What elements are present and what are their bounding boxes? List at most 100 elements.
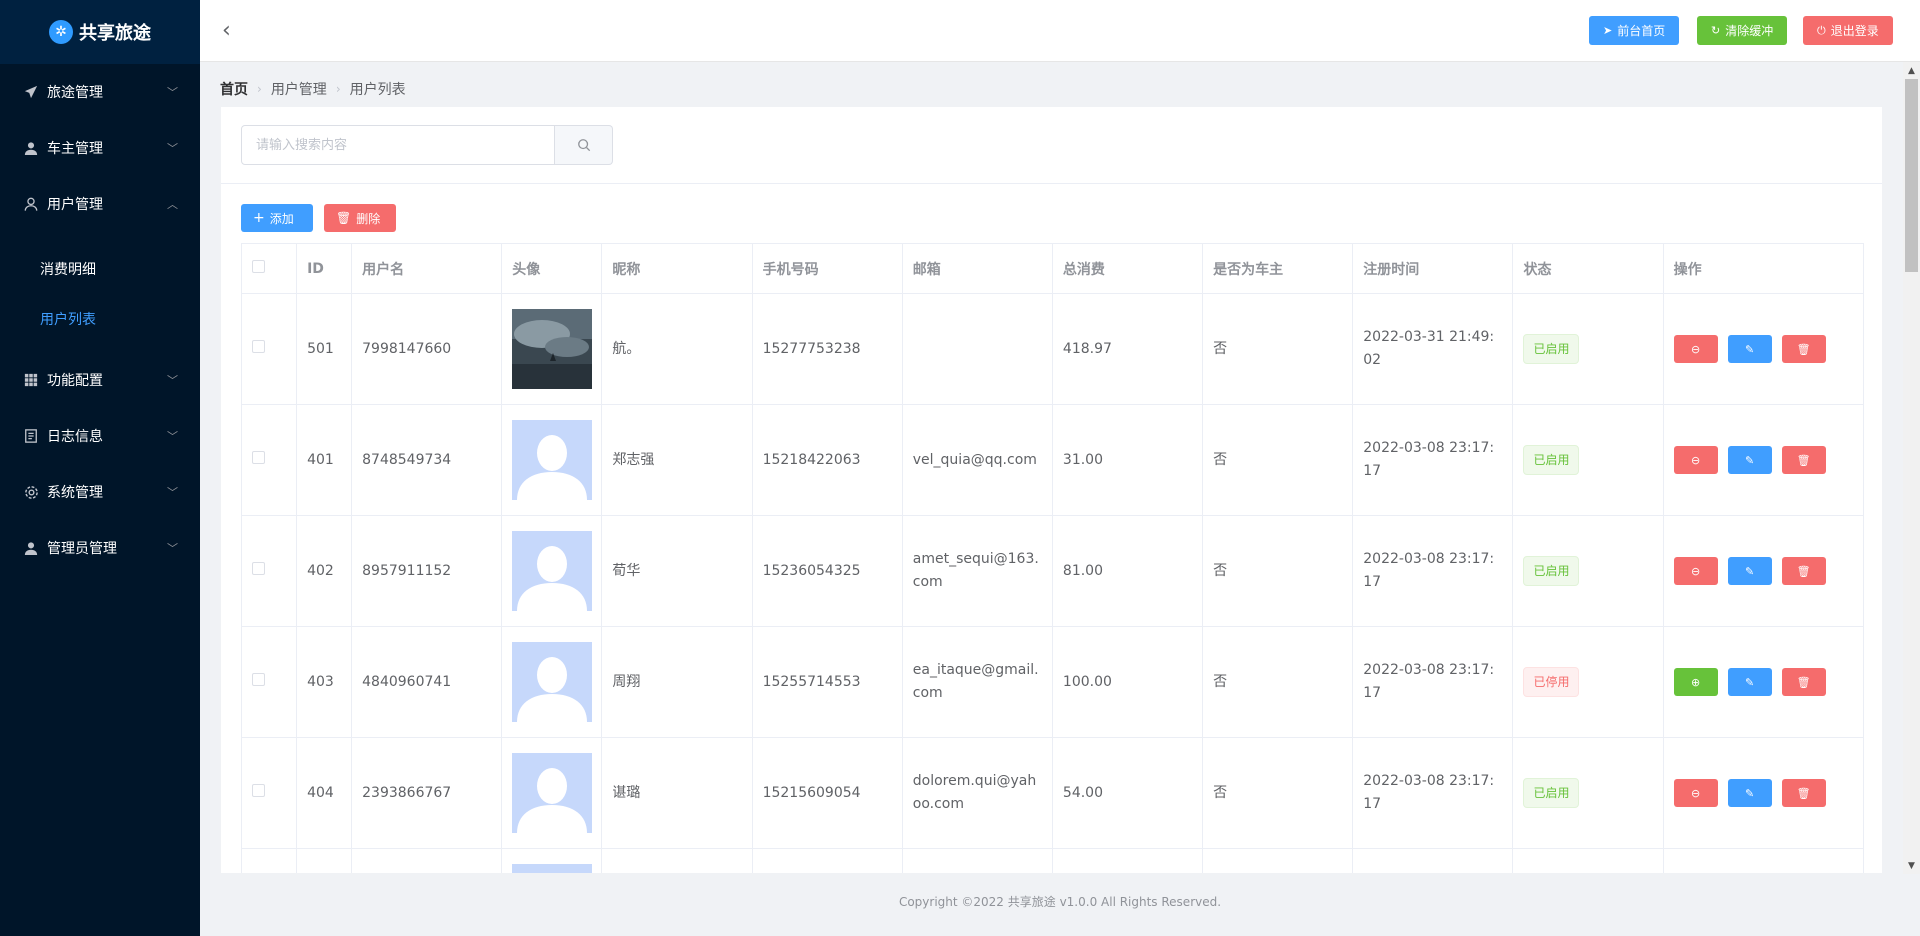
edit-button[interactable]: ✎: [1727, 779, 1772, 807]
main-card: + 添加 🗑 删除 ID 用户名 头像 昵称 手机号码 邮箱 总消费 是否为车主…: [221, 107, 1882, 873]
toggle-circle-icon: ⊖: [1691, 564, 1701, 578]
row-delete-button[interactable]: 🗑: [1781, 779, 1826, 807]
sidebar-item-label: 车主管理: [47, 141, 103, 157]
logout-label: 退出登录: [1830, 24, 1879, 38]
chevron-down-icon: ﹀: [167, 374, 178, 387]
row-checkbox[interactable]: [252, 672, 265, 686]
enable-button[interactable]: ⊕: [1673, 668, 1718, 696]
row-checkbox[interactable]: [252, 450, 265, 464]
trash-icon: 🗑: [1796, 675, 1811, 689]
submenu-item-consumption[interactable]: 消费明细: [0, 244, 200, 294]
sidebar-item-system[interactable]: 系统管理 ﹀: [0, 464, 200, 520]
disable-button[interactable]: ⊖: [1673, 335, 1718, 363]
cell-owner: 否: [1202, 515, 1354, 627]
table-header-row: ID 用户名 头像 昵称 手机号码 邮箱 总消费 是否为车主 注册时间 状态 操…: [240, 243, 1865, 294]
sidebar-item-admins[interactable]: 管理员管理 ﹀: [0, 520, 200, 576]
header-time: 注册时间: [1352, 243, 1514, 294]
home-page-button[interactable]: ➤ 前台首页: [1589, 16, 1680, 45]
avatar-default: [512, 642, 593, 722]
scrollbar-thumb[interactable]: [1905, 79, 1918, 272]
cell-username: 8957911152: [351, 515, 503, 627]
cell-actions: ⊖ ✎ 🗑: [1662, 293, 1865, 405]
scrollbar[interactable]: ▲ ▼: [1903, 62, 1920, 874]
sidebar: ✲ 共享旅途 旅途管理 ﹀ 车主管理 ﹀ 用户管理 ︿ 消费明细 用户列表 功能…: [0, 0, 200, 936]
row-actions: ⊖ ✎ 🗑: [1673, 446, 1853, 474]
sidebar-item-users[interactable]: 用户管理 ︿: [0, 176, 200, 232]
cell-nickname: 荀华: [601, 515, 753, 627]
sidebar-item-trips[interactable]: 旅途管理 ﹀: [0, 64, 200, 120]
gear-icon: [22, 483, 40, 501]
delete-button[interactable]: 🗑 删除: [324, 204, 396, 232]
disable-button[interactable]: ⊖: [1673, 446, 1718, 474]
cell-phone: 15215609054: [751, 737, 903, 849]
sidebar-item-label: 管理员管理: [47, 541, 117, 557]
row-delete-button[interactable]: 🗑: [1781, 335, 1826, 363]
logo[interactable]: ✲ 共享旅途: [0, 0, 200, 64]
cell-time: 2022-03-08 23:17:17: [1352, 737, 1514, 849]
sidebar-item-logs[interactable]: 日志信息 ﹀: [0, 408, 200, 464]
row-checkbox[interactable]: [252, 561, 265, 575]
edit-button[interactable]: ✎: [1727, 446, 1772, 474]
disable-button[interactable]: ⊖: [1673, 779, 1718, 807]
cell-spend: 418.97: [1051, 293, 1204, 405]
avatar-photo: [512, 309, 593, 389]
search-bar: [241, 125, 613, 165]
row-actions: ⊖ ✎ 🗑: [1673, 335, 1853, 363]
cell-nickname: 航。: [601, 293, 753, 405]
search-input[interactable]: [241, 125, 555, 165]
cell-empty: [601, 848, 753, 873]
scroll-down-icon[interactable]: ▼: [1903, 857, 1920, 874]
row-checkbox[interactable]: [252, 783, 265, 797]
add-button[interactable]: + 添加: [241, 204, 313, 232]
logout-button[interactable]: ⏻ 退出登录: [1803, 16, 1893, 45]
status-badge: 已启用: [1523, 334, 1580, 364]
cell-select: [240, 404, 298, 516]
chevron-down-icon: ﹀: [167, 430, 178, 443]
submenu-item-user-list[interactable]: 用户列表: [0, 294, 200, 344]
status-badge: 已启用: [1523, 556, 1580, 586]
pencil-icon: ✎: [1745, 564, 1755, 578]
cell-time: 2022-03-31 21:49:02: [1352, 293, 1514, 405]
cell-empty: [751, 848, 903, 873]
cell-id: 501: [296, 293, 353, 405]
chevron-down-icon: ﹀: [167, 486, 178, 499]
cell-id: 402: [296, 515, 353, 627]
scroll-up-icon[interactable]: ▲: [1903, 62, 1920, 79]
sidebar-item-drivers[interactable]: 车主管理 ﹀: [0, 120, 200, 176]
cell-actions: ⊕ ✎ 🗑: [1662, 626, 1865, 738]
sidebar-menu: 旅途管理 ﹀ 车主管理 ﹀ 用户管理 ︿ 消费明细 用户列表 功能配置 ﹀ 日志…: [0, 64, 200, 576]
cell-nickname: 郑志强: [601, 404, 753, 516]
cell-avatar: [501, 848, 603, 873]
avatar-default: [512, 864, 593, 873]
edit-button[interactable]: ✎: [1727, 557, 1772, 585]
cell-empty: [1352, 848, 1514, 873]
cell-avatar: [501, 515, 603, 627]
edit-button[interactable]: ✎: [1727, 668, 1772, 696]
breadcrumb-home[interactable]: 首页: [220, 79, 248, 99]
select-all-checkbox[interactable]: [252, 260, 265, 273]
cell-empty: [1051, 848, 1204, 873]
edit-button[interactable]: ✎: [1727, 335, 1772, 363]
cell-username: 2393866767: [351, 737, 503, 849]
back-arrow-icon[interactable]: ‹: [222, 18, 231, 43]
disable-button[interactable]: ⊖: [1673, 557, 1718, 585]
footer-copyright: Copyright ©2022 共享旅途 v1.0.0 All Rights R…: [898, 895, 1222, 909]
cell-empty: [1662, 848, 1865, 873]
chevron-up-icon: ︿: [167, 198, 178, 211]
cell-owner: 否: [1202, 737, 1354, 849]
sidebar-item-features[interactable]: 功能配置 ﹀: [0, 352, 200, 408]
row-delete-button[interactable]: 🗑: [1781, 557, 1826, 585]
user-outline-icon: [22, 195, 40, 213]
row-delete-button[interactable]: 🗑: [1781, 668, 1826, 696]
add-label: 添加: [269, 211, 294, 226]
cell-empty: [1512, 848, 1664, 873]
search-icon: [577, 139, 590, 152]
chevron-down-icon: ﹀: [167, 142, 178, 155]
search-button[interactable]: [555, 125, 613, 165]
header-select: [240, 243, 298, 294]
row-delete-button[interactable]: 🗑: [1781, 446, 1826, 474]
row-checkbox[interactable]: [252, 339, 265, 353]
avatar-default: [512, 420, 593, 500]
row-actions: ⊖ ✎ 🗑: [1673, 779, 1853, 807]
clear-cache-button[interactable]: ↻ 清除缓冲: [1697, 16, 1788, 45]
